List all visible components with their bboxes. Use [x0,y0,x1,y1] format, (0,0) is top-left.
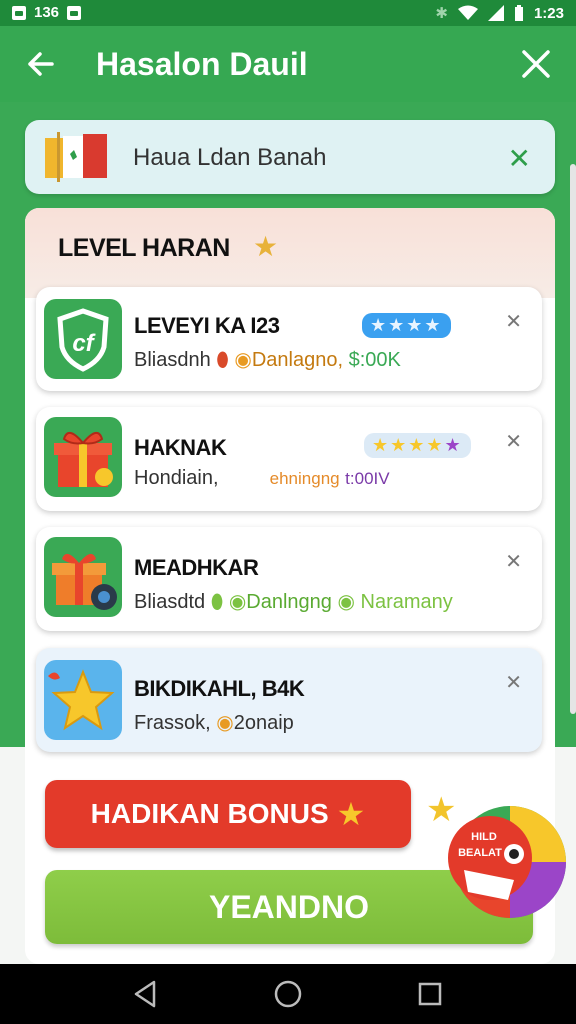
signal-icon [487,5,504,21]
list-card-1[interactable]: cf LEVEYI KA I23 Bliasdnh ⬮ ◉Danlagno, $… [36,287,542,391]
star-icon: ★ [253,231,279,262]
card-title: LEVEYI KA I23 [134,313,280,338]
back-triangle-icon[interactable] [130,978,162,1010]
banner-text: Haua Ldan Banah [133,144,327,171]
app-title: Hasalon Dauil [96,46,308,82]
status-bar: 136 ✱ 1:23 [0,0,576,26]
svg-text:cf: cf [72,330,95,357]
card-meta: Hondiain, ehningng t:00IV [134,467,390,489]
home-circle-icon[interactable] [272,978,304,1010]
back-arrow-icon[interactable] [22,44,58,84]
rating-stars: ★★★★★ [364,433,471,458]
panel-title: LEVEL HARAN [58,234,230,262]
panel-header: LEVEL HARAN ★ [25,208,555,298]
card-meta: Frassok, ◉2onaip [134,712,294,734]
card-close-icon[interactable]: ✕ [505,309,522,334]
badge-text-1: HILD [471,831,497,843]
battery-icon [514,5,523,21]
badge-text-2: BEALAT [458,847,502,859]
card-meta: Bliasdnh ⬮ ◉Danlagno, $:00K [134,349,401,371]
bonus-button-label: HADIKAN BONUS [90,798,329,829]
app-bar: Hasalon Dauil [0,26,576,102]
banner-close-icon[interactable]: ✕ [508,142,531,175]
close-icon[interactable] [516,42,556,86]
gift-box-icon [44,417,122,497]
card-close-icon[interactable]: ✕ [505,549,522,574]
scrollbar[interactable] [570,164,576,714]
system-nav-bar [0,964,576,1024]
card-close-icon[interactable]: ✕ [505,429,522,454]
card-close-icon[interactable]: ✕ [505,670,522,695]
list-card-2[interactable]: HAKNAK Hondiain, ehningng t:00IV ★★★★★ ✕ [36,407,542,511]
card-title: MEADHKAR [134,555,259,580]
bonus-button[interactable]: HADIKAN BONUS ★ [45,780,411,848]
wifi-icon [457,5,478,20]
status-time: 1:23 [533,4,564,22]
star-badge-icon [44,660,122,740]
gift-box-icon [44,537,122,617]
card-title: HAKNAK [134,435,227,460]
promo-banner[interactable]: Haua Ldan Banah ✕ [25,120,555,194]
yes-button-label: YEANDNO [208,888,369,925]
star-icon: ★ [336,796,366,832]
card-title: BIKDIKAHL, B4K [134,676,305,701]
colorful-badge-icon[interactable]: HILD BEALAT [444,800,568,922]
card-meta: Bliasdtd ⬮ ◉Danlngng ◉ Naramany [134,591,453,613]
recents-square-icon[interactable] [414,978,446,1010]
shield-icon: cf [44,299,122,379]
notification-icon [12,5,26,20]
flag-icon [45,132,107,182]
rating-stars: ★★★★ [362,313,451,338]
list-card-4[interactable]: BIKDIKAHL, B4K Frassok, ◉2onaip ✕ [36,648,542,752]
status-left-text: 136 [34,4,60,21]
notification-icon-2 [67,5,82,20]
bluetooth-icon: ✱ [435,5,448,22]
list-card-3[interactable]: MEADHKAR Bliasdtd ⬮ ◉Danlngng ◉ Naramany… [36,527,542,631]
